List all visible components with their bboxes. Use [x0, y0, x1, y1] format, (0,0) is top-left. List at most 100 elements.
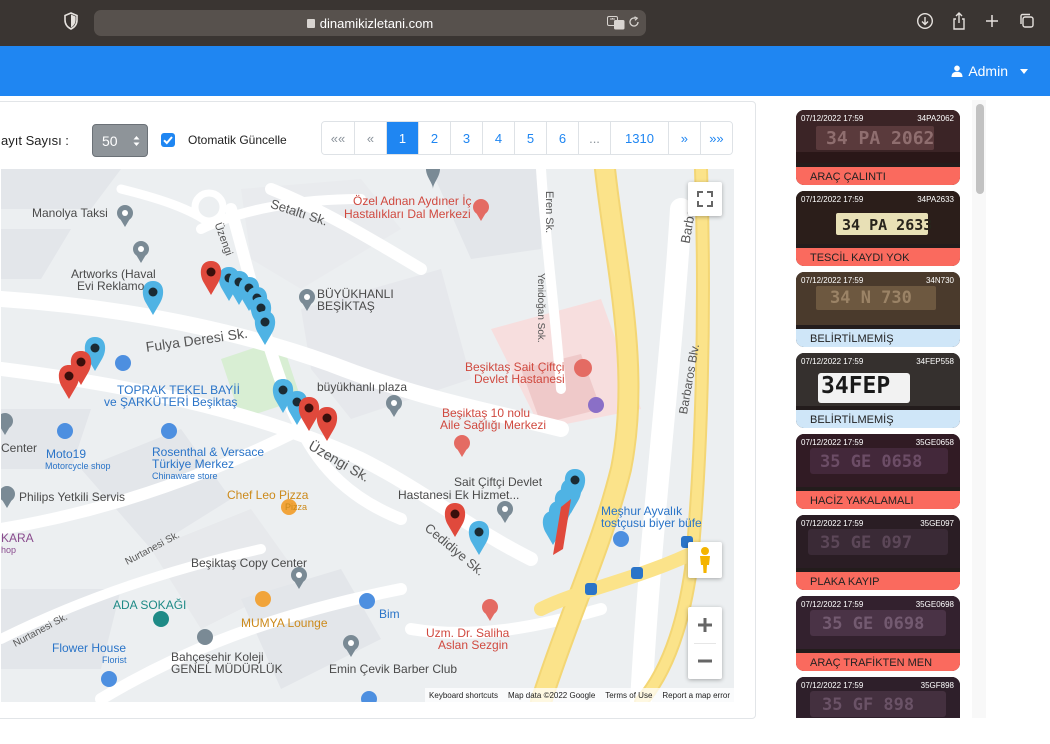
terms-link[interactable]: Terms of Use — [605, 691, 652, 700]
report-error-link[interactable]: Report a map error — [662, 691, 730, 700]
page-size-select[interactable]: 50 — [92, 124, 148, 157]
plate-card[interactable]: 35 GE 0658 07/12/2022 17:59 35GE0658 HAC… — [796, 434, 960, 509]
plate-reading: 34 PA 2062 — [826, 128, 935, 149]
page-ellipsis: ... — [578, 122, 610, 154]
page-3[interactable]: 3 — [450, 122, 482, 154]
download-icon[interactable] — [916, 12, 934, 30]
map-label: tostçusu biyer büfe — [601, 516, 702, 530]
map-label: Motorcycle shop — [45, 461, 111, 471]
page-size-value: 50 — [102, 133, 118, 149]
page-6[interactable]: 6 — [546, 122, 578, 154]
plate-time: 07/12/2022 17:59 — [801, 357, 864, 366]
page-2[interactable]: 2 — [418, 122, 450, 154]
plate-number: 34FEP558 — [916, 357, 954, 366]
page-5[interactable]: 5 — [514, 122, 546, 154]
chevron-down-icon — [1020, 68, 1028, 74]
map-base — [1, 169, 710, 702]
plate-card[interactable]: 35 GE 0698 07/12/2022 17:59 35GE0698 ARA… — [796, 596, 960, 671]
map-label: Emin Çevik Barber Club — [329, 662, 458, 676]
address-bar[interactable]: dinamikizletani.com — [94, 10, 646, 36]
road-label: Eren Sk. — [543, 191, 555, 234]
keyboard-shortcuts-link[interactable]: Keyboard shortcuts — [429, 691, 498, 700]
plate-reading: 34 N 730 — [830, 288, 912, 308]
plate-card[interactable]: 34 N 730 07/12/2022 17:59 34N730 BELİRTİ… — [796, 272, 960, 347]
map-label: Chef Leo Pizza — [227, 488, 309, 502]
street-view-button[interactable] — [688, 542, 722, 578]
plate-status: ARAÇ ÇALINTI — [796, 167, 960, 185]
page-prev[interactable]: « — [354, 122, 386, 154]
page-next[interactable]: » — [667, 122, 700, 154]
map-label: Türkiye Merkez — [152, 457, 235, 471]
user-name: Admin — [968, 63, 1008, 79]
url-display[interactable]: dinamikizletani.com — [94, 16, 646, 31]
map-label: büyükhanlı plaza — [317, 380, 408, 394]
map-label: Center — [1, 441, 38, 455]
tabs-overview-icon[interactable] — [1018, 12, 1036, 30]
map-label: Florist — [102, 655, 127, 665]
translate-icon[interactable] — [607, 16, 625, 30]
plate-time: 07/12/2022 17:59 — [801, 195, 864, 204]
map-view[interactable]: Manolya Taksi Setaltı Sk. Özel Adnan Ayd… — [1, 169, 734, 702]
user-menu[interactable]: Admin — [951, 63, 1028, 79]
fullscreen-button[interactable] — [688, 182, 722, 216]
select-arrows-icon — [133, 136, 140, 146]
sidebar-scroll-thumb[interactable] — [976, 104, 984, 194]
plate-card[interactable]: 35 GF 898 07/12/2022 17:59 35GF898 — [796, 677, 960, 718]
plate-status: PLAKA KAYIP — [796, 572, 960, 590]
plate-card[interactable]: 34 PA 2633 07/12/2022 17:59 34PA2633 TES… — [796, 191, 960, 266]
map-label: Aile Sağlığı Merkezi — [440, 418, 547, 432]
plate-feed: 34 PA 2062 07/12/2022 17:59 34PA2062 ARA… — [794, 110, 962, 718]
plate-number: 35GE097 — [920, 519, 954, 528]
plate-reading: 35 GE 0658 — [820, 452, 923, 472]
share-icon[interactable] — [950, 12, 968, 30]
plate-number: 35GE0658 — [915, 438, 954, 447]
plate-time: 07/12/2022 17:59 — [801, 681, 864, 690]
plate-card[interactable]: 34FEP 07/12/2022 17:59 34FEP558 BELİRTİL… — [796, 353, 960, 428]
pagination: «« « 1 2 3 4 5 6 ... 1310 » »» — [321, 121, 733, 155]
plate-status: ARAÇ TRAFİKTEN MEN — [796, 653, 960, 671]
auto-update-checkbox[interactable] — [161, 133, 175, 147]
new-tab-icon[interactable] — [983, 12, 1001, 30]
browser-toolbar: dinamikizletani.com — [0, 0, 1050, 46]
map-label: Bim — [379, 607, 400, 621]
fullscreen-icon — [697, 191, 713, 207]
plate-time: 07/12/2022 17:59 — [801, 276, 864, 285]
map-label: ve ŞARKÜTERİ Beşiktaş — [104, 395, 238, 409]
minus-icon — [698, 659, 712, 663]
plate-reading: 34FEP — [821, 373, 891, 399]
check-icon — [163, 136, 173, 145]
map-label: Manolya Taksi — [32, 206, 108, 220]
plate-number: 35GF898 — [920, 681, 954, 690]
plate-number: 34N730 — [925, 276, 954, 285]
page-last[interactable]: »» — [699, 122, 732, 154]
page-4[interactable]: 4 — [482, 122, 514, 154]
record-count-label: ayıt Sayısı : — [1, 133, 69, 148]
plate-time: 07/12/2022 17:59 — [801, 438, 864, 447]
reload-icon[interactable] — [628, 16, 640, 28]
map-label: Pizza — [285, 502, 308, 512]
plate-number: 34PA2062 — [917, 114, 954, 123]
plate-time: 07/12/2022 17:59 — [801, 600, 864, 609]
page-1[interactable]: 1 — [386, 122, 418, 154]
plate-status: TESCİL KAYDI YOK — [796, 248, 960, 266]
map-attribution: Keyboard shortcuts Map data ©2022 Google… — [425, 688, 734, 702]
zoom-in-button[interactable] — [688, 607, 722, 643]
map-label: Chinaware store — [152, 471, 218, 481]
plate-card[interactable]: 34 PA 2062 07/12/2022 17:59 34PA2062 ARA… — [796, 110, 960, 185]
lock-icon — [306, 19, 315, 28]
shield-icon[interactable] — [64, 12, 78, 30]
map-label: Hastalıkları Dal Merkezi — [344, 207, 471, 221]
map-panel: ayıt Sayısı : 50 Otomatik Güncelle «« « … — [0, 101, 756, 719]
zoom-out-button[interactable] — [688, 643, 722, 679]
app-header: Admin — [0, 46, 1050, 96]
url-text: dinamikizletani.com — [319, 16, 434, 31]
plate-time: 07/12/2022 17:59 — [801, 114, 864, 123]
plate-reading: 35 GE 097 — [820, 533, 913, 553]
plate-number: 35GE0698 — [915, 600, 954, 609]
map-label: Flower House — [52, 641, 127, 655]
user-icon — [951, 65, 963, 77]
plate-card[interactable]: 35 GE 097 07/12/2022 17:59 35GE097 PLAKA… — [796, 515, 960, 590]
page-last-number[interactable]: 1310 — [610, 122, 668, 154]
page-first[interactable]: «« — [322, 122, 354, 154]
plate-reading: 34 PA 2633 — [842, 216, 933, 234]
